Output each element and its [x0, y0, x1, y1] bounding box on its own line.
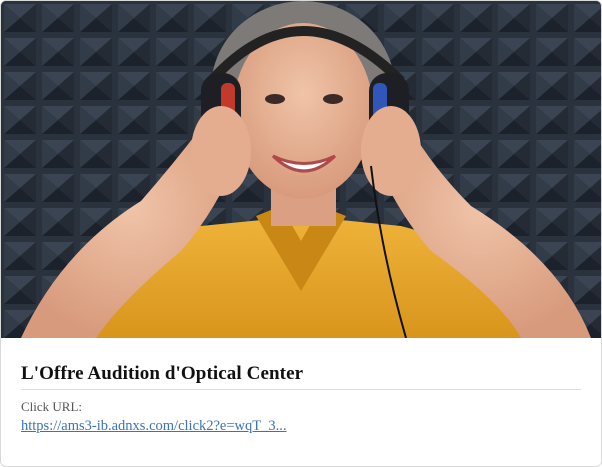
click-url-label: Click URL: [21, 399, 83, 414]
ad-body: L'Offre Audition d'Optical Center Click … [21, 338, 581, 435]
ad-card: L'Offre Audition d'Optical Center Click … [0, 0, 602, 467]
title-divider [21, 389, 581, 390]
ad-image[interactable] [1, 1, 601, 338]
ad-title[interactable]: L'Offre Audition d'Optical Center [21, 363, 581, 385]
click-url-link[interactable]: https://ams3-ib.adnxs.com/click2?e=wqT_3… [21, 418, 287, 435]
ad-photo-illustration [1, 1, 601, 338]
